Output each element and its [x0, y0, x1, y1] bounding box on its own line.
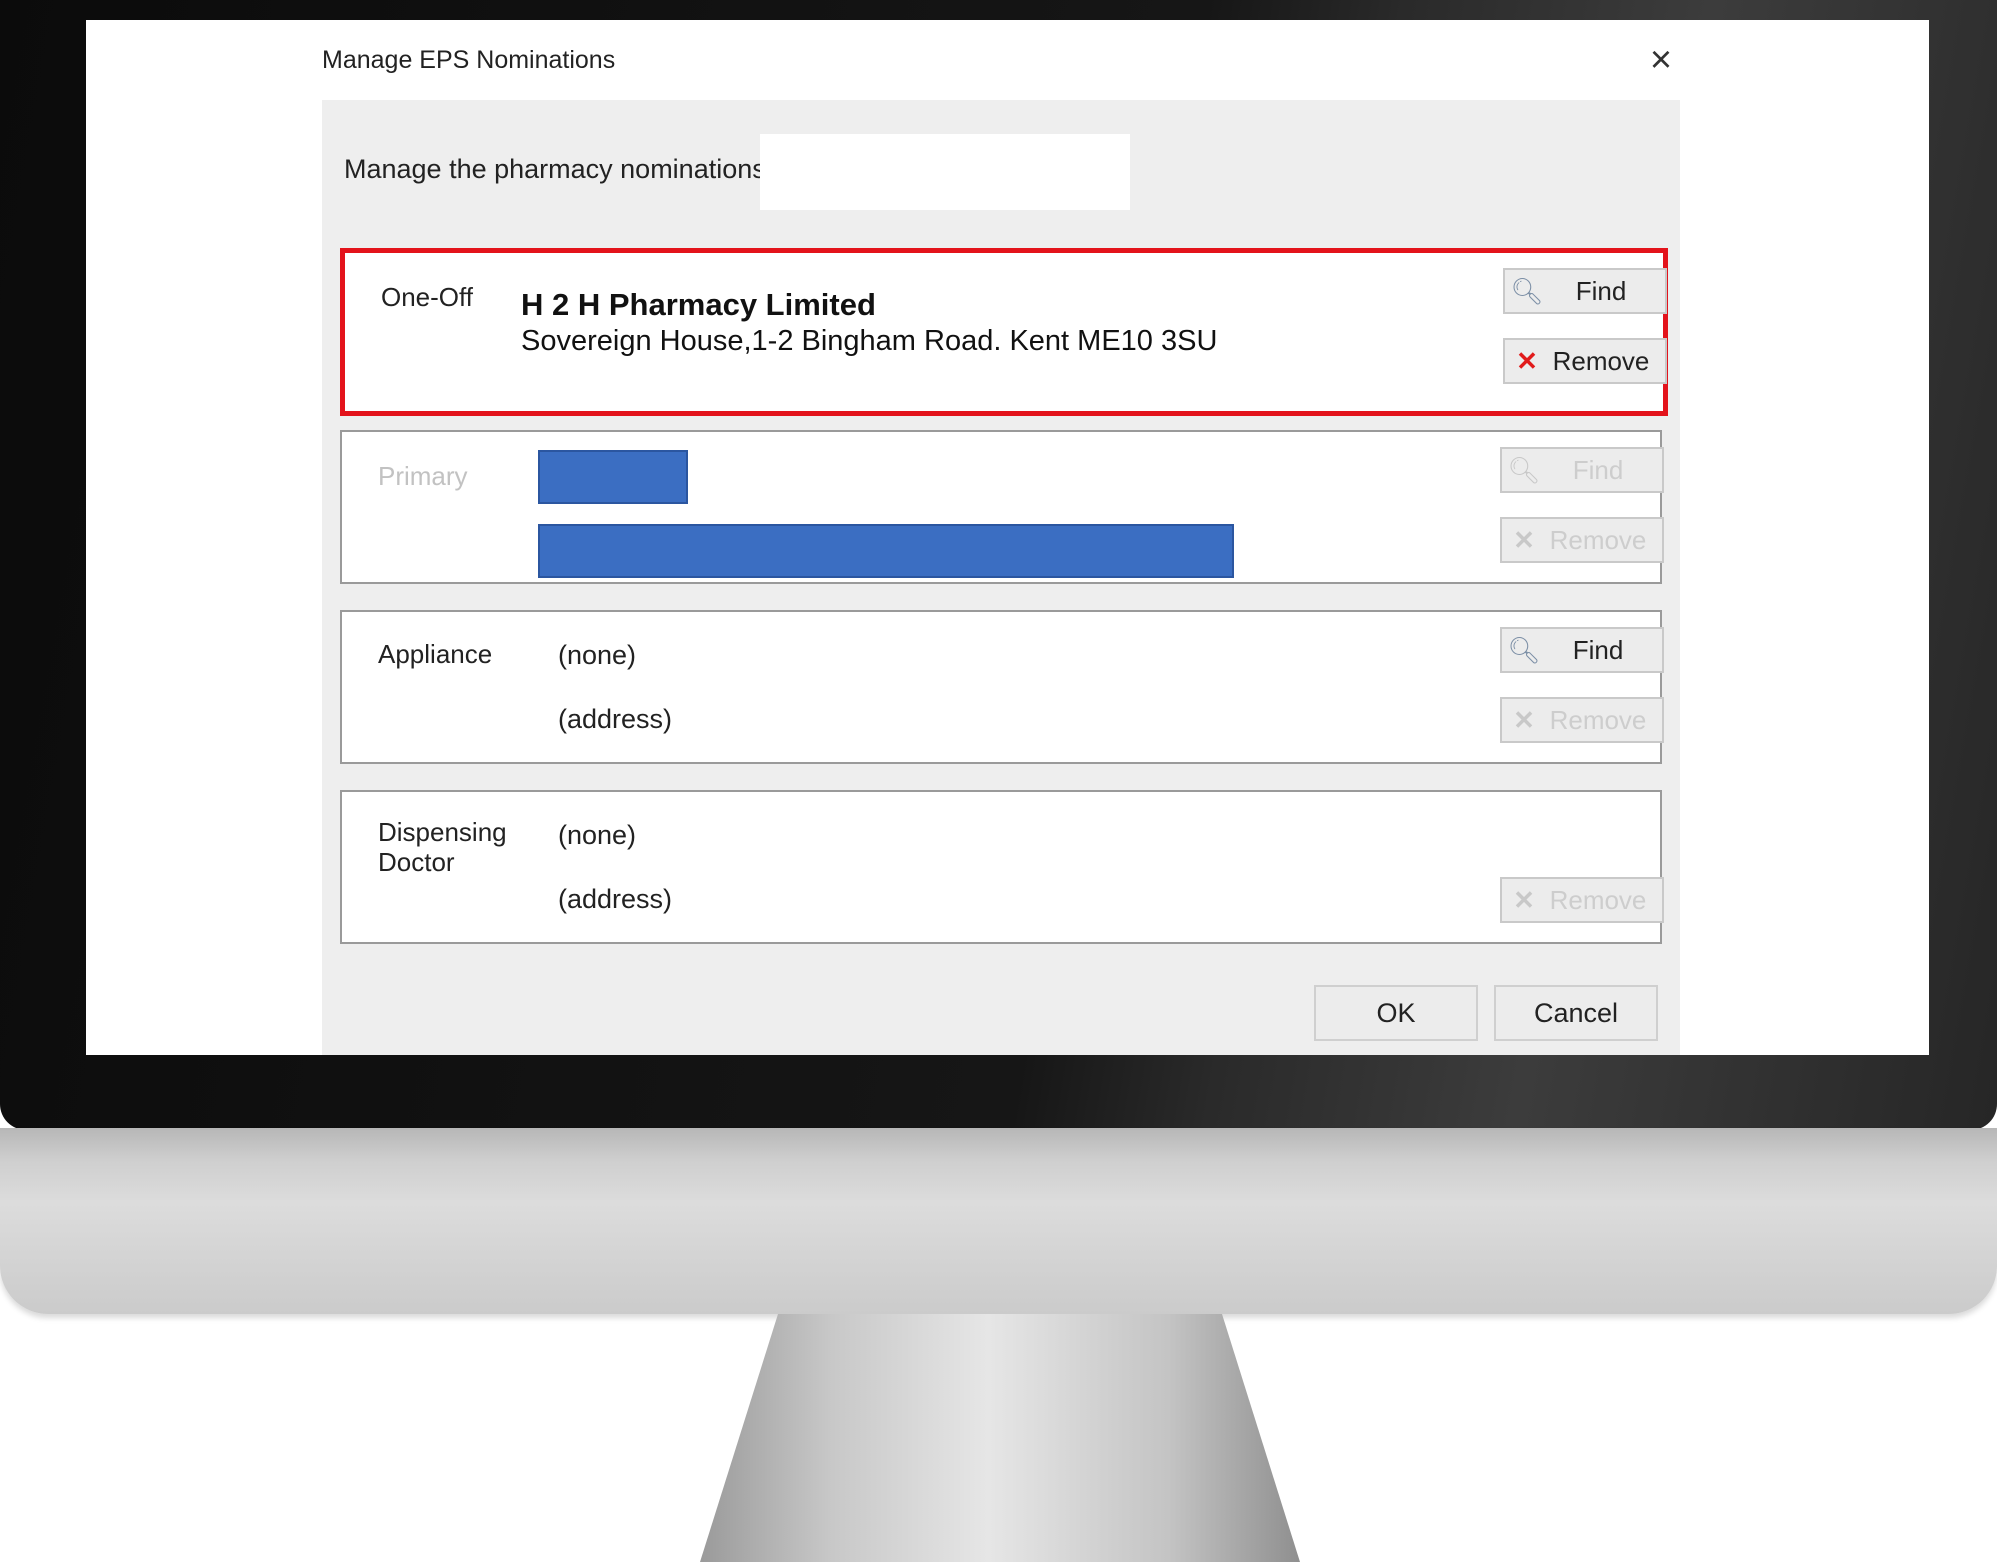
dispensing-doctor-label: Dispensing Doctor: [378, 817, 507, 877]
dispensing-doctor-remove-button[interactable]: ✕ Remove: [1500, 877, 1664, 923]
remove-button-label: Remove: [1549, 524, 1647, 555]
dispensing-doctor-address: (address): [558, 884, 673, 914]
monitor-chin: [0, 1128, 1997, 1314]
one-off-remove-button[interactable]: ✕ Remove: [1503, 338, 1667, 384]
cancel-button[interactable]: Cancel: [1494, 985, 1658, 1041]
appliance-name: (none): [558, 640, 637, 670]
redacted-pharmacy-address: [538, 524, 1234, 578]
appliance-find-button[interactable]: 🔍︎ Find: [1500, 627, 1664, 673]
close-icon[interactable]: ×: [1643, 41, 1679, 79]
dispensing-doctor-nomination-group: Dispensing Doctor (none) (address) ✕ Rem…: [340, 790, 1664, 944]
find-button-label: Find: [1572, 634, 1624, 665]
patient-name-field: [760, 134, 1130, 210]
find-button-label: Find: [1575, 275, 1627, 306]
remove-button-label: Remove: [1549, 884, 1647, 915]
primary-nomination-group: Primary 🔍︎ Find ✕ Remove: [340, 430, 1664, 584]
appliance-nomination-group: Appliance (none) (address) 🔍︎ Find ✕ Rem…: [340, 610, 1664, 764]
one-off-pharmacy-address: Sovereign House,1-2 Bingham Road. Kent M…: [521, 325, 1218, 357]
appliance-label: Appliance: [378, 639, 493, 669]
dialog-title: Manage EPS Nominations: [322, 46, 616, 74]
redacted-pharmacy-name: [538, 450, 688, 504]
primary-find-button[interactable]: 🔍︎ Find: [1500, 447, 1664, 493]
ok-button[interactable]: OK: [1314, 985, 1478, 1041]
dialog-client-area: Manage the pharmacy nominations for One-…: [322, 100, 1680, 1055]
one-off-nomination-group: One-Off H 2 H Pharmacy Limited Sovereign…: [340, 248, 1668, 416]
dispensing-doctor-name: (none): [558, 820, 637, 850]
monitor-screen: Manage EPS Nominations × Manage the phar…: [86, 20, 1929, 1055]
magnifier-icon: 🔍︎: [1507, 634, 1541, 665]
remove-button-label: Remove: [1549, 704, 1647, 735]
one-off-find-button[interactable]: 🔍︎ Find: [1503, 268, 1667, 314]
magnifier-icon: 🔍︎: [1510, 275, 1544, 306]
appliance-remove-button[interactable]: ✕ Remove: [1500, 697, 1664, 743]
magnifier-icon: 🔍︎: [1507, 454, 1541, 485]
primary-label: Primary: [378, 461, 468, 491]
x-icon: ✕: [1513, 704, 1535, 735]
primary-remove-button[interactable]: ✕ Remove: [1500, 517, 1664, 563]
find-button-label: Find: [1572, 454, 1624, 485]
appliance-address: (address): [558, 704, 673, 734]
monitor-stand: [700, 1314, 1300, 1562]
red-x-icon: ✕: [1516, 345, 1538, 376]
one-off-pharmacy-name: H 2 H Pharmacy Limited: [521, 287, 876, 322]
one-off-label: One-Off: [381, 282, 474, 312]
nominations-prompt: Manage the pharmacy nominations for: [344, 154, 805, 184]
x-icon: ✕: [1513, 524, 1535, 555]
remove-button-label: Remove: [1552, 345, 1650, 376]
x-icon: ✕: [1513, 884, 1535, 915]
